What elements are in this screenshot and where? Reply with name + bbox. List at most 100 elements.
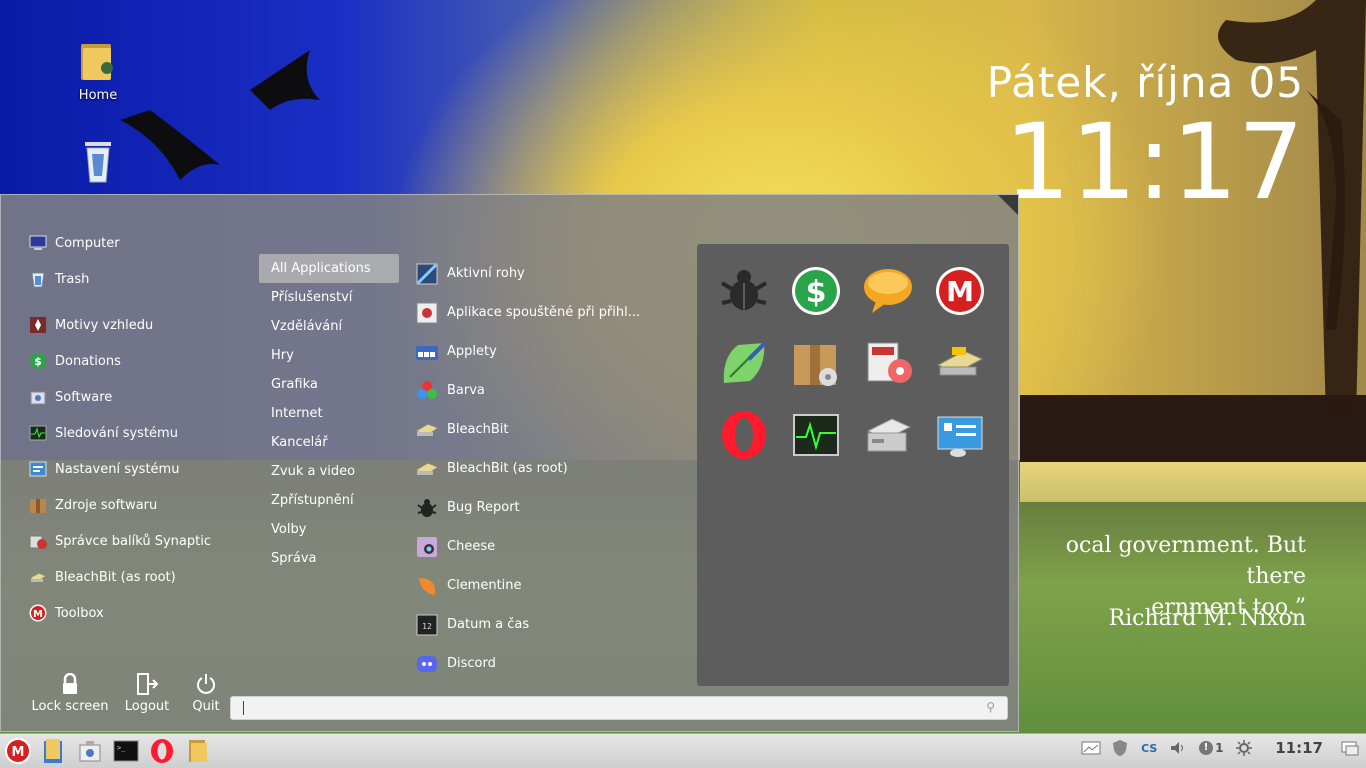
category-item[interactable]: Zpřístupnění (259, 486, 399, 515)
donations-icon[interactable]: $ (789, 264, 843, 318)
app-label: Bug Report (447, 500, 520, 515)
app-item[interactable]: Barva (415, 371, 685, 410)
category-item[interactable]: Grafika (259, 370, 399, 399)
show-desktop-icon[interactable] (1340, 738, 1360, 758)
chat-icon[interactable] (861, 264, 915, 318)
category-item[interactable]: Internet (259, 399, 399, 428)
fav-label: Správce balíků Synaptic (55, 533, 211, 549)
updates-count: 1 (1215, 741, 1224, 755)
opera-icon[interactable] (717, 408, 771, 462)
bleachbit-icon (29, 568, 47, 586)
fav-software-sources[interactable]: Zdroje softwaru (29, 487, 249, 523)
quit-label: Quit (192, 699, 220, 714)
svg-text:M: M (12, 745, 25, 760)
notes-icon[interactable] (717, 336, 771, 390)
startup-apps-icon (415, 301, 439, 325)
files-icon[interactable] (40, 737, 68, 765)
desktop-icon-home[interactable]: Home (58, 38, 138, 103)
fav-donations[interactable]: $ Donations (29, 343, 249, 379)
app-item[interactable]: Clementine (415, 566, 685, 605)
app-item[interactable]: Bug Report (415, 488, 685, 527)
lock-screen-button[interactable]: Lock screen (27, 673, 113, 714)
app-item[interactable]: 12 Datum a čas (415, 605, 685, 644)
software-icon[interactable] (76, 737, 104, 765)
fav-toolbox[interactable]: M Toolbox (29, 595, 249, 631)
bleachbit-icon[interactable] (933, 336, 987, 390)
logout-button[interactable]: Logout (113, 673, 181, 714)
updates-indicator[interactable]: ! 1 (1197, 738, 1225, 758)
brightness-icon[interactable] (1234, 738, 1254, 758)
menu-icon[interactable]: M (4, 737, 32, 765)
category-item[interactable]: Vzdělávání (259, 312, 399, 341)
system-settings-icon (29, 460, 47, 478)
system-monitor-icon[interactable] (789, 408, 843, 462)
fav-software[interactable]: Software (29, 379, 249, 415)
fav-system-monitor[interactable]: Sledování systému (29, 415, 249, 451)
search-input[interactable]: ⚲ (230, 696, 1008, 720)
keyboard-layout[interactable]: CS (1139, 738, 1159, 758)
text-caret (243, 701, 244, 715)
discord-icon (415, 652, 439, 676)
svg-text:$: $ (806, 275, 827, 310)
shield-icon[interactable] (1110, 738, 1130, 758)
category-all-applications[interactable]: All Applications (259, 254, 399, 283)
synaptic-icon (29, 532, 47, 550)
lock-icon (27, 673, 113, 695)
volume-icon[interactable] (1168, 738, 1188, 758)
opera-icon[interactable] (148, 737, 176, 765)
desktop-icon-trash[interactable] (58, 138, 138, 188)
hot-corners-icon (415, 262, 439, 286)
category-item[interactable]: Příslušenství (259, 283, 399, 312)
category-list: All Applications Příslušenství Vzděláván… (259, 254, 399, 573)
svg-text:12: 12 (422, 622, 432, 631)
toolbox-icon[interactable]: M (933, 264, 987, 318)
category-item[interactable]: Správa (259, 544, 399, 573)
taskbar-clock[interactable]: 11:17 (1275, 739, 1323, 757)
svg-text:$: $ (34, 355, 42, 368)
app-label: Clementine (447, 578, 522, 593)
app-label: Cheese (447, 539, 496, 554)
fav-system-settings[interactable]: Nastavení systému (29, 451, 249, 487)
app-item[interactable]: Aktivní rohy (415, 254, 685, 293)
fav-bleachbit-root[interactable]: BleachBit (as root) (29, 559, 249, 595)
logout-icon (113, 673, 181, 695)
taskbar: M >_ CS ! 1 11:17 (0, 733, 1366, 768)
quit-button[interactable]: Quit (181, 673, 231, 714)
applets-icon (415, 340, 439, 364)
backup-icon[interactable] (861, 336, 915, 390)
category-item[interactable]: Volby (259, 515, 399, 544)
app-label: Discord (447, 656, 496, 671)
app-label: BleachBit (as root) (447, 461, 568, 476)
folder-icon[interactable] (184, 737, 212, 765)
fav-label: Nastavení systému (55, 461, 180, 477)
fav-label: BleachBit (as root) (55, 569, 176, 585)
app-item[interactable]: BleachBit (415, 410, 685, 449)
app-item[interactable]: Discord (415, 644, 685, 683)
app-item[interactable]: Cheese (415, 527, 685, 566)
fav-label: Computer (55, 235, 120, 251)
category-item[interactable]: Kancelář (259, 428, 399, 457)
app-item[interactable]: Applety (415, 332, 685, 371)
software-icon (29, 388, 47, 406)
package-icon[interactable] (789, 336, 843, 390)
category-item[interactable]: Zvuk a video (259, 457, 399, 486)
fav-themes[interactable]: Motivy vzhledu (29, 307, 249, 343)
quote-author: Richard M. Nixon (1108, 606, 1306, 631)
app-label: Barva (447, 383, 485, 398)
svg-text:>_: >_ (117, 744, 126, 752)
terminal-icon[interactable]: >_ (112, 737, 140, 765)
category-item[interactable]: Hry (259, 341, 399, 370)
app-item[interactable]: BleachBit (as root) (415, 449, 685, 488)
application-menu: Computer Trash Motivy vzhledu $ Donation… (0, 194, 1019, 732)
fav-synaptic[interactable]: Správce balíků Synaptic (29, 523, 249, 559)
computer-icon (29, 234, 47, 252)
drive-icon[interactable] (861, 408, 915, 462)
donations-icon: $ (29, 352, 47, 370)
network-icon[interactable] (1081, 738, 1101, 758)
fav-trash[interactable]: Trash (29, 261, 249, 297)
power-icon (181, 673, 231, 695)
app-item[interactable]: Aplikace spouštěné při přihl... (415, 293, 685, 332)
control-panel-icon[interactable] (933, 408, 987, 462)
fav-computer[interactable]: Computer (29, 225, 249, 261)
bug-icon[interactable] (717, 264, 771, 318)
